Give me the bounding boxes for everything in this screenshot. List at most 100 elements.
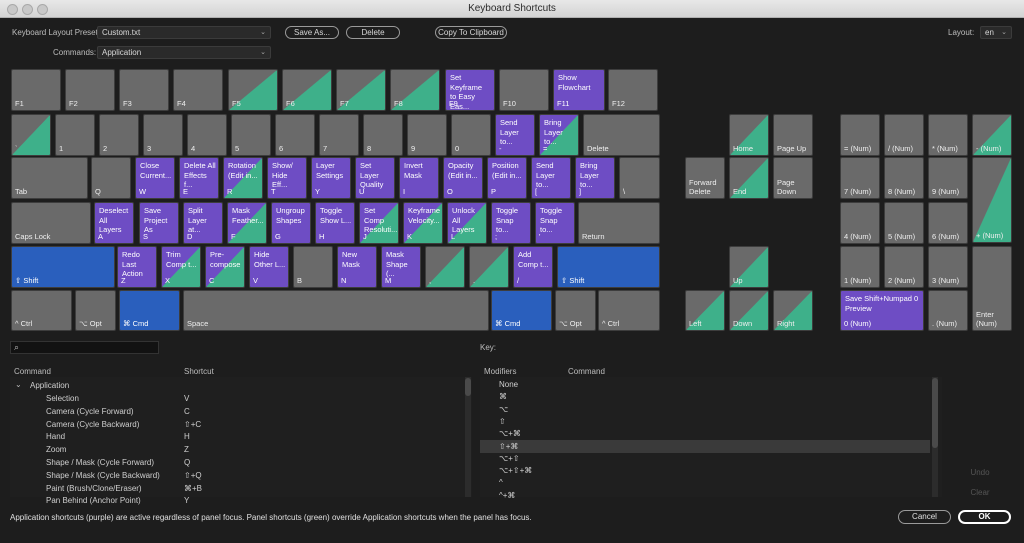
key-o[interactable]: Opacity (Edit in... O: [443, 157, 483, 199]
key-f[interactable]: Mask Feather... F: [227, 202, 267, 244]
key-a[interactable]: Deselect All Layers A: [94, 202, 134, 244]
key-b[interactable]: B: [293, 246, 333, 288]
key-backquote[interactable]: `: [11, 114, 51, 156]
table-row[interactable]: Shape / Mask (Cycle Forward) Q: [10, 456, 454, 469]
key-num5[interactable]: 5 (Num): [884, 202, 924, 244]
key-return[interactable]: Return: [578, 202, 660, 244]
group-row-application[interactable]: ⌄ Application: [10, 379, 466, 392]
preset-dropdown[interactable]: Custom.txt ⌄: [97, 26, 271, 39]
key-capslock[interactable]: Caps Lock: [11, 202, 91, 244]
key-w[interactable]: Close Current... W: [135, 157, 175, 199]
modifier-row[interactable]: ⌥+⇧: [480, 452, 930, 465]
cancel-button[interactable]: Cancel: [898, 510, 951, 524]
scrollbar-thumb[interactable]: [465, 378, 471, 396]
table-row[interactable]: Camera (Cycle Forward) C: [10, 405, 454, 418]
key-equal[interactable]: Bring Layer to... =: [539, 114, 579, 156]
key-d9[interactable]: 9: [407, 114, 447, 156]
modifier-row[interactable]: ⌥+⌘: [480, 427, 930, 440]
key-down[interactable]: Down: [729, 290, 769, 331]
key-numenter[interactable]: Enter (Num): [972, 246, 1012, 331]
key-g[interactable]: Ungroup Shapes G: [271, 202, 311, 244]
modifier-row[interactable]: ⇧+⌘: [480, 439, 930, 453]
key-table-scrollbar[interactable]: [932, 377, 938, 497]
undo-button[interactable]: Undo: [957, 466, 1003, 480]
key-j[interactable]: Set Comp Resoluti... J: [359, 202, 399, 244]
key-z[interactable]: Redo Last Action Z: [117, 246, 157, 288]
key-numeq[interactable]: = (Num): [840, 114, 880, 156]
key-d7[interactable]: 7: [319, 114, 359, 156]
clear-button[interactable]: Clear: [957, 486, 1003, 500]
key-n[interactable]: New Mask N: [337, 246, 377, 288]
key-f10[interactable]: F10: [499, 69, 549, 111]
modifier-row[interactable]: ⇧: [480, 415, 930, 428]
key-lbracket[interactable]: Send Layer to...[: [531, 157, 571, 199]
key-d[interactable]: Split Layer at... D: [183, 202, 223, 244]
table-row[interactable]: Pan Behind (Anchor Point) Y: [10, 494, 454, 507]
key-numplus[interactable]: + (Num): [972, 157, 1012, 243]
key-d0[interactable]: 0: [451, 114, 491, 156]
key-f5[interactable]: F5: [228, 69, 278, 111]
key-t[interactable]: Show/ Hide Eff... T: [267, 157, 307, 199]
key-space[interactable]: Space: [183, 290, 489, 331]
key-quote[interactable]: Toggle Snap to... ': [535, 202, 575, 244]
key-rctrl[interactable]: ^ Ctrl: [598, 290, 660, 331]
key-slash[interactable]: Add Comp t... /: [513, 246, 553, 288]
key-lctrl[interactable]: ^ Ctrl: [11, 290, 72, 331]
key-f2[interactable]: F2: [65, 69, 115, 111]
key-e[interactable]: Delete All Effects f... E: [179, 157, 219, 199]
key-end[interactable]: End: [729, 157, 769, 199]
key-d5[interactable]: 5: [231, 114, 271, 156]
key-lshift[interactable]: ⇧ Shift: [11, 246, 115, 288]
key-rshift[interactable]: ⇧ Shift: [557, 246, 660, 288]
ok-button[interactable]: OK: [958, 510, 1011, 524]
key-num0[interactable]: Save Shift+Numpad 0 Preview 0 (Num): [840, 290, 924, 331]
key-fwddelete[interactable]: Forward Delete: [685, 157, 725, 199]
key-d3[interactable]: 3: [143, 114, 183, 156]
key-lopt[interactable]: ⌥ Opt: [75, 290, 116, 331]
command-column-header[interactable]: Command: [14, 367, 51, 376]
modifier-row[interactable]: ^+⌘: [480, 489, 930, 502]
key-d6[interactable]: 6: [275, 114, 315, 156]
key-numdiv[interactable]: / (Num): [884, 114, 924, 156]
key-num3[interactable]: 3 (Num): [928, 246, 968, 288]
table-row[interactable]: Paint (Brush/Clone/Eraser) ⌘+B: [10, 482, 454, 495]
key-f6[interactable]: F6: [282, 69, 332, 111]
key-f4[interactable]: F4: [173, 69, 223, 111]
key-up[interactable]: Up: [729, 246, 769, 288]
key-d8[interactable]: 8: [363, 114, 403, 156]
key-v[interactable]: Hide Other L... V: [249, 246, 289, 288]
modifier-row[interactable]: None: [480, 378, 930, 391]
commands-scrollbar[interactable]: [465, 377, 471, 497]
table-row[interactable]: Selection V: [10, 392, 454, 405]
key-numminus[interactable]: - (Num): [972, 114, 1012, 156]
key-backslash[interactable]: \: [619, 157, 660, 199]
save-as-button[interactable]: Save As...: [285, 26, 339, 39]
key-f1[interactable]: F1: [11, 69, 61, 111]
layout-dropdown[interactable]: en ⌄: [980, 26, 1012, 39]
modifier-row[interactable]: ⌥+⇧+⌘: [480, 464, 930, 477]
key-num2[interactable]: 2 (Num): [884, 246, 924, 288]
copy-to-clipboard-button[interactable]: Copy To Clipboard: [435, 26, 507, 39]
key-d1[interactable]: 1: [55, 114, 95, 156]
key-rbracket[interactable]: Bring Layer to...]: [575, 157, 615, 199]
key-lcmd[interactable]: ⌘ Cmd: [119, 290, 180, 331]
key-num9[interactable]: 9 (Num): [928, 157, 968, 199]
key-comma[interactable]: ,: [425, 246, 465, 288]
key-num8[interactable]: 8 (Num): [884, 157, 924, 199]
key-p[interactable]: Position (Edit in... P: [487, 157, 527, 199]
table-row[interactable]: Camera (Cycle Backward) ⇧+C: [10, 418, 454, 431]
search-input[interactable]: ⌕: [10, 341, 159, 354]
scrollbar-thumb[interactable]: [932, 378, 938, 448]
key-f12[interactable]: F12: [608, 69, 658, 111]
key-f9[interactable]: Set Keyframe to Easy Eas... F9: [445, 69, 495, 111]
key-num7[interactable]: 7 (Num): [840, 157, 880, 199]
modifier-row[interactable]: ⌘: [480, 390, 930, 403]
key-f3[interactable]: F3: [119, 69, 169, 111]
key-home[interactable]: Home: [729, 114, 769, 156]
key-m[interactable]: Mask Shape (... M: [381, 246, 421, 288]
key-d4[interactable]: 4: [187, 114, 227, 156]
key-minus[interactable]: Send Layer to... -: [495, 114, 535, 156]
table-row[interactable]: Shape / Mask (Cycle Backward) ⇧+Q: [10, 469, 454, 482]
key-r[interactable]: Rotation (Edit in... R: [223, 157, 263, 199]
key-h[interactable]: Toggle Show L... H: [315, 202, 355, 244]
